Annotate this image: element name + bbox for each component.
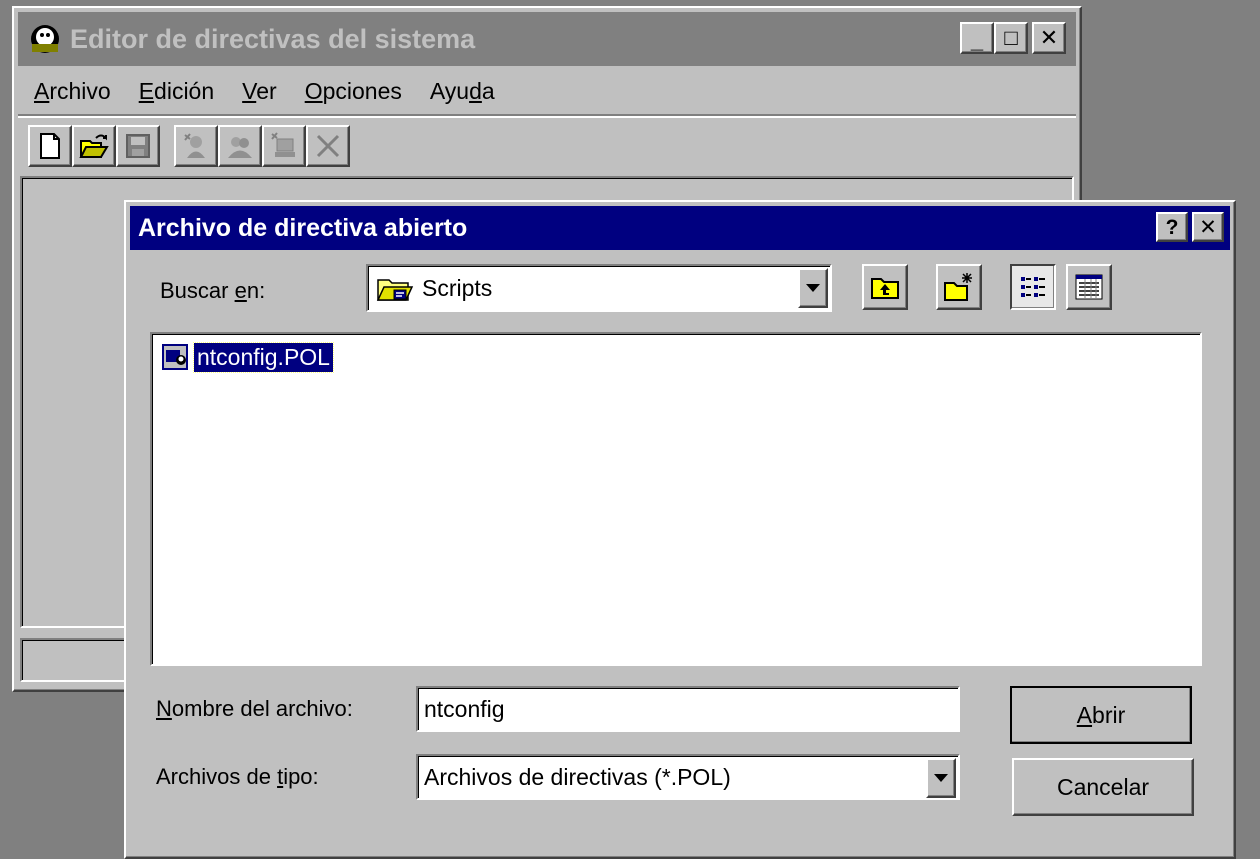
minimize-button[interactable]: _ — [960, 22, 994, 54]
cancel-button-label: Cancelar — [1056, 773, 1150, 800]
filetype-dropdown[interactable]: Archivos de directivas (*.POL) — [416, 754, 960, 800]
filetype-value: Archivos de directivas (*.POL) — [424, 763, 731, 790]
dialog-title: Archivo de directiva abierto — [138, 213, 468, 242]
main-window-title: Editor de directivas del sistema — [70, 23, 476, 54]
minimize-icon: _ — [970, 28, 984, 53]
file-name: ntconfig.POL — [193, 341, 334, 373]
up-one-level-button[interactable] — [862, 264, 908, 310]
new-icon — [40, 133, 60, 159]
toolbar — [28, 124, 350, 168]
lookin-value: Scripts — [422, 274, 493, 301]
help-button[interactable]: ? — [1156, 212, 1188, 242]
menu-opciones[interactable]: Opciones — [291, 78, 416, 105]
lookin-label: Buscar en: — [160, 278, 266, 303]
new-policy-button[interactable] — [28, 125, 72, 167]
open-policy-dialog: Archivo de directiva abierto ? ✕ Buscar … — [124, 200, 1236, 859]
menu-edicion[interactable]: Edición — [125, 78, 228, 105]
filetype-label: Archivos de tipo: — [156, 764, 319, 789]
remove-icon — [316, 134, 340, 158]
menu-ver[interactable]: Ver — [228, 78, 291, 105]
main-title-bar[interactable]: Editor de directivas del sistema _ □ ✕ — [18, 12, 1076, 66]
main-close-button[interactable]: ✕ — [1032, 22, 1066, 54]
cancel-button[interactable]: Cancelar — [1012, 758, 1194, 816]
filename-label: Nombre del archivo: — [156, 696, 353, 721]
filename-field[interactable]: ntconfig — [416, 686, 960, 732]
add-group-button[interactable] — [218, 125, 262, 167]
lookin-dropdown-button[interactable] — [798, 268, 828, 308]
maximize-icon: □ — [1004, 25, 1018, 50]
list-item[interactable]: ntconfig.POL — [160, 341, 334, 373]
dialog-title-bar[interactable]: Archivo de directiva abierto ? ✕ — [130, 206, 1230, 250]
details-view-icon — [1075, 274, 1103, 300]
open-button-label: Abrir — [1076, 701, 1126, 728]
add-user-icon — [184, 133, 205, 158]
chevron-down-icon — [934, 774, 948, 782]
add-group-icon — [228, 137, 252, 158]
dialog-close-button[interactable]: ✕ — [1192, 212, 1224, 242]
close-icon: ✕ — [1039, 25, 1059, 50]
menu-bar: Archivo Edición Ver Opciones Ayuda — [18, 68, 1076, 116]
file-list[interactable]: ntconfig.POL — [150, 332, 1202, 666]
open-icon — [79, 134, 109, 158]
remove-button[interactable] — [306, 125, 350, 167]
open-policy-button[interactable] — [72, 125, 116, 167]
menu-ayuda[interactable]: Ayuda — [416, 78, 509, 105]
maximize-button[interactable]: □ — [994, 22, 1028, 54]
menu-archivo[interactable]: Archivo — [18, 78, 125, 105]
close-icon: ✕ — [1199, 215, 1217, 239]
policy-editor-app-icon — [31, 25, 59, 53]
add-computer-icon — [271, 132, 295, 157]
save-policy-button[interactable] — [116, 125, 160, 167]
lookin-dropdown[interactable]: Scripts — [366, 264, 832, 312]
add-computer-button[interactable] — [262, 125, 306, 167]
up-folder-icon — [871, 278, 899, 299]
list-view-icon — [1021, 277, 1045, 297]
add-user-button[interactable] — [174, 125, 218, 167]
details-view-button[interactable] — [1066, 264, 1112, 310]
open-button[interactable]: Abrir — [1010, 686, 1192, 744]
scripts-folder-icon — [376, 279, 414, 301]
filetype-dropdown-button[interactable] — [926, 758, 956, 798]
policy-file-icon — [162, 344, 188, 370]
filename-value: ntconfig — [424, 695, 505, 722]
chevron-down-icon — [806, 284, 820, 292]
new-folder-icon — [944, 273, 972, 301]
help-icon: ? — [1165, 215, 1179, 239]
save-icon — [126, 134, 150, 158]
create-new-folder-button[interactable] — [936, 264, 982, 310]
list-view-button[interactable] — [1010, 264, 1056, 310]
